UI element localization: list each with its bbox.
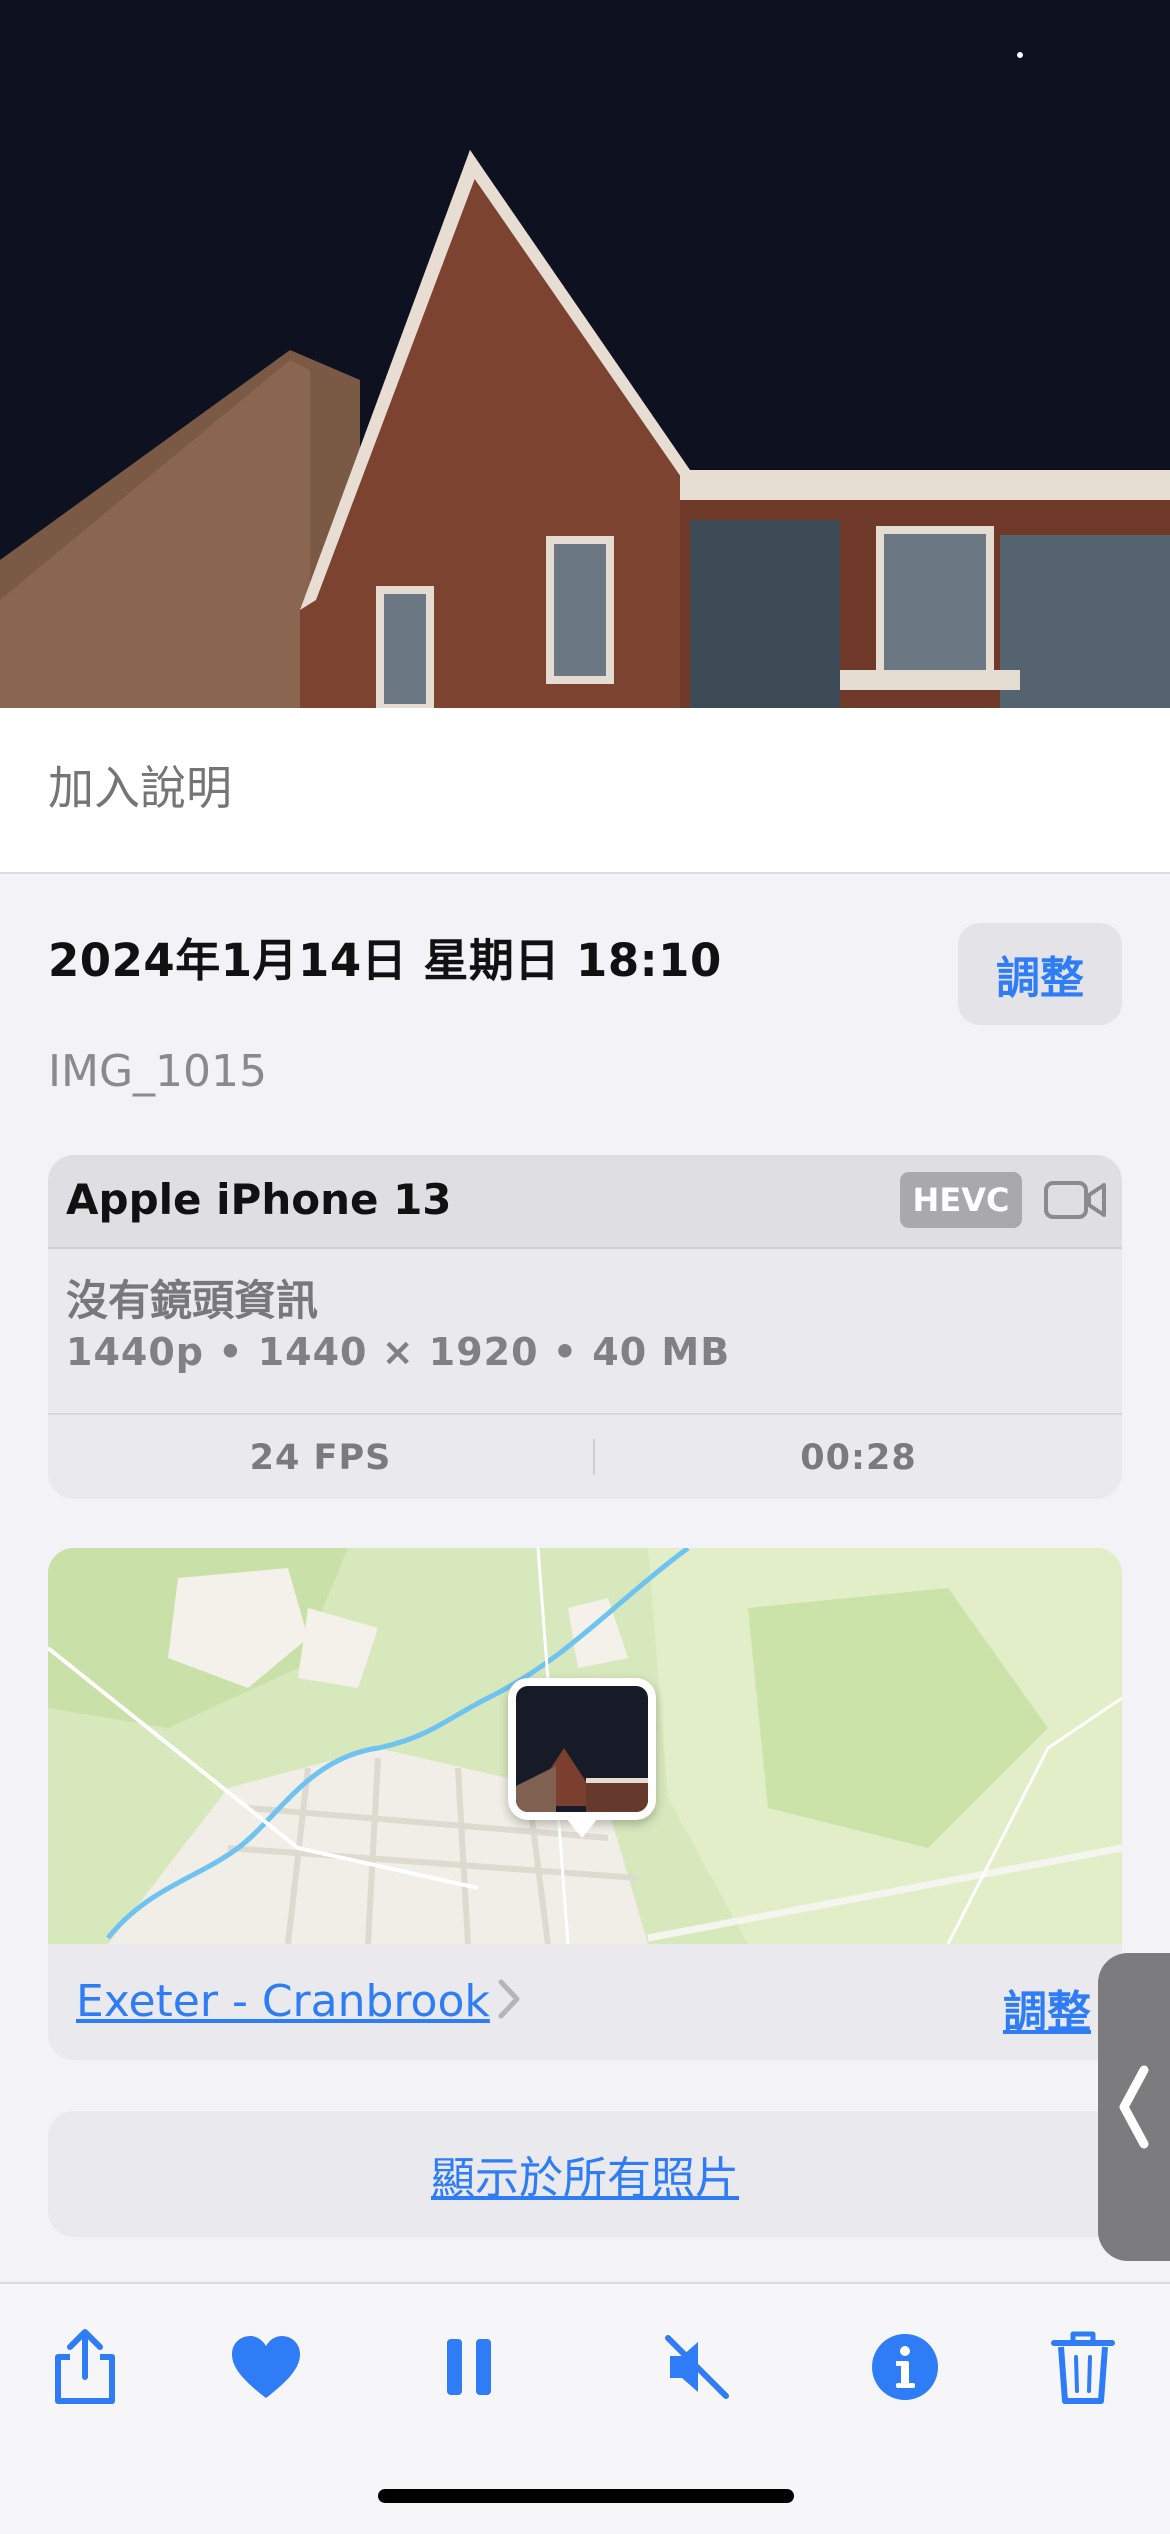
caption-input[interactable] — [48, 748, 1118, 828]
photo-preview[interactable] — [0, 0, 1170, 708]
device-info-card: Apple iPhone 13 HEVC 沒有鏡頭資訊 1440p • 1440… — [48, 1155, 1122, 1499]
photo-date: 2024年1月14日 星期日 18:10 — [48, 934, 722, 987]
device-header: Apple iPhone 13 HEVC — [48, 1155, 1122, 1249]
lens-info: 沒有鏡頭資訊 — [66, 1276, 319, 1325]
adjust-location-button[interactable]: 調整 — [1003, 1976, 1091, 2040]
adjust-date-button[interactable]: 調整 — [958, 923, 1122, 1025]
location-card: Exeter - Cranbrook 調整 — [48, 1548, 1122, 2060]
chevron-left-icon — [1119, 2065, 1149, 2149]
home-indicator — [378, 2489, 794, 2503]
pause-button[interactable] — [425, 2322, 515, 2412]
side-panel-handle[interactable] — [1098, 1953, 1170, 2261]
pin-thumbnail — [516, 1686, 648, 1812]
trash-icon — [1051, 2331, 1115, 2404]
pin-pointer — [566, 1818, 598, 1838]
mute-button[interactable] — [652, 2322, 742, 2412]
caption-section — [0, 708, 1170, 874]
chevron-right-icon — [498, 1979, 520, 2019]
share-icon — [55, 2329, 115, 2404]
video-specs: 1440p • 1440 × 1920 • 40 MB — [66, 1330, 731, 1374]
video-duration: 00:28 — [800, 1438, 917, 1478]
photo-location-pin[interactable] — [508, 1678, 656, 1838]
favorite-button[interactable] — [221, 2322, 311, 2412]
format-badge: HEVC — [900, 1172, 1022, 1228]
mute-icon — [665, 2335, 729, 2399]
device-name: Apple iPhone 13 — [66, 1175, 452, 1224]
info-button[interactable] — [860, 2322, 950, 2412]
info-icon — [872, 2334, 938, 2400]
delete-button[interactable] — [1038, 2322, 1128, 2412]
pause-icon — [447, 2339, 491, 2395]
share-button[interactable] — [40, 2322, 130, 2412]
location-name-link[interactable]: Exeter - Cranbrook — [76, 1976, 490, 2027]
location-map[interactable] — [48, 1548, 1122, 1944]
video-camera-icon — [1044, 1181, 1106, 1219]
heart-icon — [232, 2336, 300, 2398]
frame-rate: 24 FPS — [249, 1438, 392, 1478]
device-footer: 24 FPS 00:28 — [48, 1413, 1122, 1499]
filename: IMG_1015 — [48, 1046, 268, 1097]
show-in-all-photos-button[interactable]: 顯示於所有照片 — [48, 2111, 1122, 2237]
